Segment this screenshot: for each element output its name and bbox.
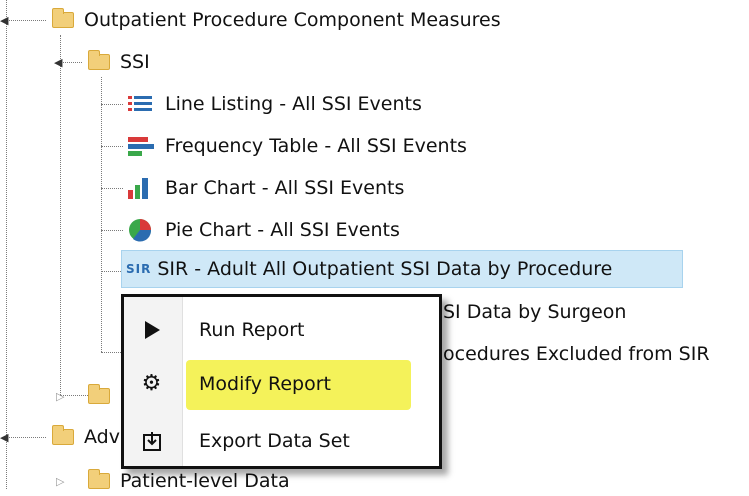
report-frequency-table[interactable]: Frequency Table - All SSI Events [125, 131, 467, 161]
pie-chart-icon [125, 218, 155, 242]
export-icon [124, 430, 179, 452]
tree-node-outpatient-procedure[interactable]: ◀ Outpatient Procedure Component Measure… [0, 5, 501, 35]
tree-node-label: SSI [120, 51, 150, 73]
report-sir-by-surgeon[interactable]: SI Data by Surgeon [443, 297, 626, 327]
folder-icon [52, 425, 74, 445]
report-label: Line Listing - All SSI Events [165, 93, 422, 115]
line-listing-icon [125, 92, 155, 116]
report-sir-adult-procedure[interactable]: SIR SIR - Adult All Outpatient SSI Data … [121, 250, 683, 288]
sir-icon: SIR [126, 262, 152, 276]
folder-icon [88, 50, 110, 70]
report-procedures-excluded[interactable]: ocedures Excluded from SIR [443, 339, 710, 369]
play-icon [124, 319, 179, 341]
tree-node-advanced[interactable]: ◀ Adv [0, 422, 120, 452]
tree-guide-line [101, 271, 123, 272]
tree-guide-line [60, 35, 61, 395]
tree-guide-line [101, 77, 102, 352]
collapse-arrow-icon[interactable]: ▷ [56, 390, 66, 403]
tree-guide-line [101, 230, 123, 231]
expand-arrow-icon[interactable]: ◀ [0, 14, 10, 27]
collapse-arrow-icon[interactable]: ▷ [56, 475, 66, 488]
tree-node-ssi[interactable]: ◀ SSI [54, 47, 150, 77]
frequency-table-icon [125, 134, 155, 158]
report-bar-chart[interactable]: Bar Chart - All SSI Events [125, 173, 404, 203]
menu-item-export-data-set[interactable]: Export Data Set [124, 413, 439, 468]
report-line-listing[interactable]: Line Listing - All SSI Events [125, 89, 422, 119]
tree-guide-line [101, 104, 123, 105]
report-label: SIR - Adult All Outpatient SSI Data by P… [157, 258, 613, 280]
menu-item-label: Modify Report [199, 372, 331, 395]
folder-icon [88, 469, 110, 489]
tree-node-label: Adv [84, 426, 120, 448]
menu-item-label: Export Data Set [199, 429, 350, 452]
report-label: Frequency Table - All SSI Events [165, 135, 467, 157]
gear-icon: ⚙ [141, 371, 162, 396]
expand-arrow-icon[interactable]: ◀ [54, 56, 64, 69]
tree-guide-line [6, 0, 7, 489]
menu-item-modify-report[interactable]: ⚙ Modify Report [124, 356, 439, 411]
context-menu: Run Report ⚙ Modify Report Export Data S… [121, 294, 442, 469]
tree-node-collapsed-folder[interactable]: ▷ [56, 381, 120, 411]
expand-arrow-icon[interactable]: ◀ [0, 431, 10, 444]
tree-node-patient-level-data[interactable]: ▷ Patient-level Data [56, 466, 290, 496]
bar-chart-icon [125, 176, 155, 200]
menu-item-run-report[interactable]: Run Report [124, 302, 439, 357]
report-label: SI Data by Surgeon [443, 301, 627, 323]
tree-guide-line [101, 188, 123, 189]
tree-guide-line [101, 352, 123, 353]
report-label: Bar Chart - All SSI Events [165, 177, 405, 199]
menu-item-label: Run Report [199, 318, 305, 341]
report-pie-chart[interactable]: Pie Chart - All SSI Events [125, 215, 400, 245]
report-label: Pie Chart - All SSI Events [165, 219, 400, 241]
folder-icon [52, 8, 74, 28]
tree-node-label: Outpatient Procedure Component Measures [84, 9, 501, 31]
folder-icon [88, 384, 110, 404]
report-label: ocedures Excluded from SIR [443, 343, 710, 365]
tree-guide-line [101, 146, 123, 147]
